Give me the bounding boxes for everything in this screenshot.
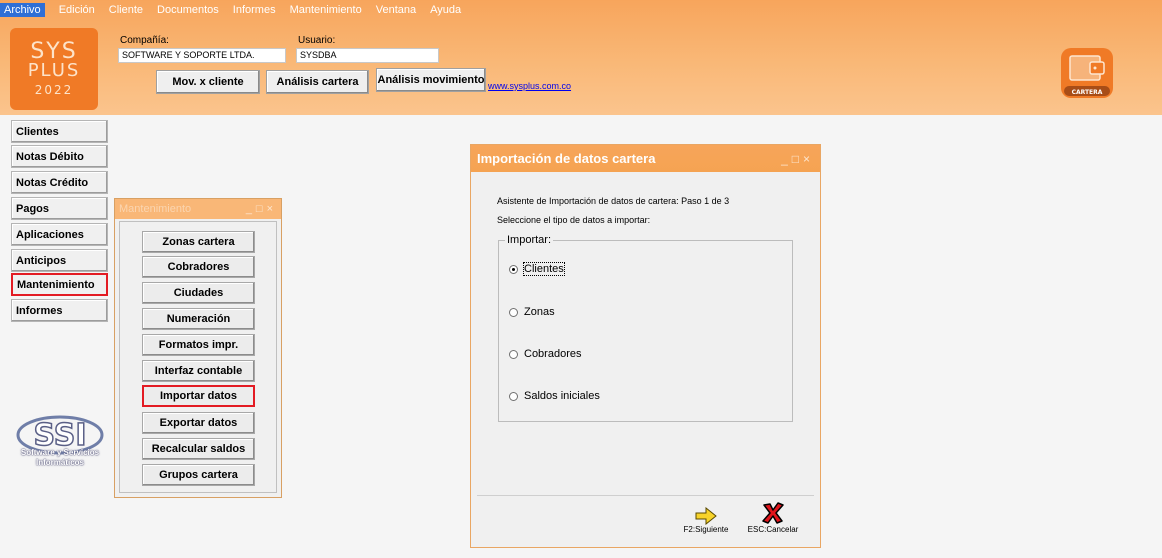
logo-line-2: PLUS bbox=[27, 59, 81, 81]
radio-saldos-iniciales[interactable]: Saldos iniciales bbox=[509, 390, 600, 402]
exportar-datos-button[interactable]: Exportar datos bbox=[142, 412, 255, 434]
maintenance-title: Mantenimiento bbox=[119, 203, 192, 215]
nav-notas-debito[interactable]: Notas Débito bbox=[11, 145, 108, 168]
menu-ventana[interactable]: Ventana bbox=[376, 4, 416, 16]
menu-edicion[interactable]: Edición bbox=[59, 4, 95, 16]
maintenance-panel: Zonas cartera Cobradores Ciudades Numera… bbox=[119, 221, 277, 493]
zonas-cartera-button[interactable]: Zonas cartera bbox=[142, 231, 255, 253]
numeracion-button[interactable]: Numeración bbox=[142, 308, 255, 330]
cobradores-button[interactable]: Cobradores bbox=[142, 256, 255, 278]
cancel-x-icon bbox=[762, 502, 784, 524]
ssi-caption-line-2: Informáticos bbox=[35, 458, 84, 467]
ciudades-button[interactable]: Ciudades bbox=[142, 282, 255, 304]
radio-icon[interactable] bbox=[509, 349, 518, 359]
next-button[interactable]: F2:Siguiente bbox=[676, 497, 736, 541]
formatos-impr-button[interactable]: Formatos impr. bbox=[142, 334, 255, 356]
company-field: SOFTWARE Y SOPORTE LTDA. bbox=[118, 48, 286, 63]
wizard-step-text: Asistente de Importación de datos de car… bbox=[497, 196, 730, 206]
radio-selected-icon[interactable] bbox=[509, 264, 518, 274]
import-group-label: Importar: bbox=[505, 234, 554, 246]
menu-documentos[interactable]: Documentos bbox=[157, 4, 219, 16]
menu-cliente[interactable]: Cliente bbox=[109, 4, 143, 16]
logo-line-1: SYS bbox=[30, 38, 78, 64]
website-link[interactable]: www.sysplus.com.co bbox=[488, 81, 571, 91]
company-label: Compañía: bbox=[120, 35, 169, 46]
wizard-prompt: Seleccione el tipo de datos a importar: bbox=[497, 215, 651, 225]
radio-icon[interactable] bbox=[509, 391, 518, 401]
radio-saldos-iniciales-label[interactable]: Saldos iniciales bbox=[524, 390, 600, 402]
ssi-logo: SSI bbox=[16, 415, 104, 455]
window-controls-icon[interactable]: _□× bbox=[246, 203, 281, 215]
analisis-cartera-button[interactable]: Análisis cartera bbox=[266, 70, 369, 94]
radio-clientes-label[interactable]: Clientes bbox=[523, 262, 565, 276]
radio-icon[interactable] bbox=[509, 307, 518, 317]
menu-archivo[interactable]: Archivo bbox=[0, 3, 45, 17]
maintenance-window: Mantenimiento _□× Zonas cartera Cobrador… bbox=[114, 198, 282, 498]
recalcular-saldos-button[interactable]: Recalcular saldos bbox=[142, 438, 255, 460]
import-dialog: Importación de datos cartera _□× Asisten… bbox=[470, 144, 821, 548]
radio-zonas-label[interactable]: Zonas bbox=[524, 306, 555, 318]
nav-anticipos[interactable]: Anticipos bbox=[11, 249, 108, 272]
cancel-button-label: ESC:Cancelar bbox=[747, 525, 799, 534]
nav-pagos[interactable]: Pagos bbox=[11, 197, 108, 220]
nav-notas-credito[interactable]: Notas Crédito bbox=[11, 171, 108, 194]
arrow-right-icon bbox=[695, 507, 717, 525]
radio-cobradores-label[interactable]: Cobradores bbox=[524, 348, 581, 360]
logo-line-3: 2022 bbox=[34, 82, 74, 97]
ssi-caption-line-1: Software y Servicios bbox=[20, 448, 100, 457]
interfaz-contable-button[interactable]: Interfaz contable bbox=[142, 360, 255, 382]
radio-cobradores[interactable]: Cobradores bbox=[509, 348, 581, 360]
menu-informes[interactable]: Informes bbox=[233, 4, 276, 16]
user-field: SYSDBA bbox=[296, 48, 439, 63]
dialog-window-controls-icon[interactable]: _□× bbox=[781, 152, 820, 166]
radio-clientes[interactable]: Clientes bbox=[509, 262, 565, 276]
dialog-separator bbox=[477, 495, 814, 496]
radio-zonas[interactable]: Zonas bbox=[509, 306, 555, 318]
cartera-wallet-icon: CARTERA bbox=[1061, 48, 1113, 98]
mov-x-cliente-button[interactable]: Mov. x cliente bbox=[156, 70, 260, 94]
nav-informes[interactable]: Informes bbox=[11, 299, 108, 322]
grupos-cartera-button[interactable]: Grupos cartera bbox=[142, 464, 255, 486]
nav-aplicaciones[interactable]: Aplicaciones bbox=[11, 223, 108, 246]
analisis-movimiento-button[interactable]: Análisis movimiento bbox=[376, 68, 486, 92]
import-dialog-titlebar: Importación de datos cartera _□× bbox=[471, 145, 820, 172]
next-button-label: F2:Siguiente bbox=[683, 525, 729, 534]
import-type-group: Importar: Clientes Zonas Cobradores Sald… bbox=[498, 234, 793, 422]
nav-mantenimiento[interactable]: Mantenimiento bbox=[11, 273, 108, 296]
ssi-caption: Software y Servicios Informáticos bbox=[10, 448, 110, 468]
maintenance-titlebar: Mantenimiento _□× bbox=[115, 199, 281, 219]
cartera-badge-text: CARTERA bbox=[1072, 89, 1103, 96]
menu-bar: Archivo Edición Cliente Documentos Infor… bbox=[0, 0, 1162, 20]
cancel-button[interactable]: ESC:Cancelar bbox=[743, 497, 803, 541]
importar-datos-button[interactable]: Importar datos bbox=[142, 385, 255, 407]
import-dialog-title: Importación de datos cartera bbox=[477, 151, 656, 166]
menu-mantenimiento[interactable]: Mantenimiento bbox=[290, 4, 362, 16]
sysplus-logo: SYS PLUS 2022 bbox=[10, 28, 98, 110]
menu-ayuda[interactable]: Ayuda bbox=[430, 4, 461, 16]
nav-clientes[interactable]: Clientes bbox=[11, 120, 108, 143]
user-label: Usuario: bbox=[298, 35, 336, 46]
